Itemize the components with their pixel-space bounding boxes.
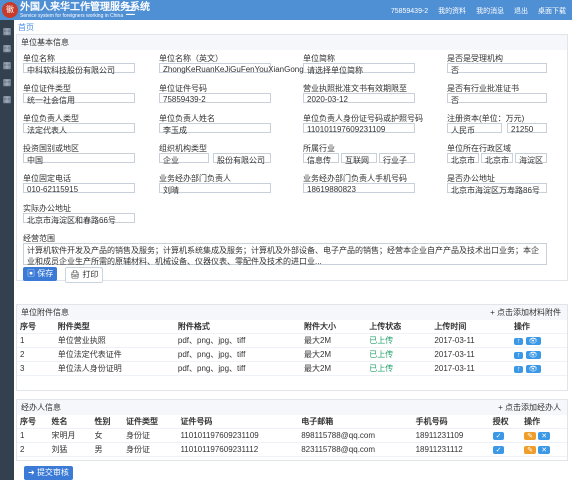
region-city[interactable]: 北京市 — [481, 153, 513, 165]
plus-icon: + — [498, 403, 505, 412]
handlers-title: 经办人信息 — [17, 400, 567, 415]
delete-icon[interactable]: ✕ — [538, 446, 551, 454]
add-handler-button[interactable]: + 点击添加经办人 — [498, 402, 561, 413]
app-logo: 徽 — [2, 2, 18, 18]
print-button[interactable]: 🖨 打印 — [65, 267, 104, 283]
business-scope-textarea[interactable]: 计算机软件开发及产品的销售及服务；计算机系统集成及服务；计算机及外部设备、电子产… — [23, 243, 547, 266]
contact-name-input[interactable]: 刘晴 — [159, 183, 271, 195]
nav-logout[interactable]: 退出 — [514, 8, 528, 15]
table-row: 1 宋明月 女 身份证 110101197609231109 898115788… — [17, 428, 567, 443]
table-row: 2 单位法定代表证件 pdf、png、jpg、tiff 最大2M 已上传 201… — [17, 347, 567, 362]
submit-review-button[interactable]: ➜ 提交审核 — [24, 466, 73, 480]
menu-toggle-icon[interactable]: ☰ — [125, 4, 136, 18]
org-type-select-2[interactable]: 股份有限公司 — [213, 153, 271, 165]
save-icon: ▣ — [27, 269, 38, 278]
unit-name-en-input[interactable]: ZhongKeRuanKeJiGuFenYouXianGongSi — [159, 63, 311, 74]
print-icon: 🖨 — [70, 270, 83, 279]
unit-abbr-input[interactable]: 请选择单位简称 — [303, 63, 415, 75]
license-date-input[interactable]: 2020-03-12 — [303, 93, 415, 104]
unit-phone-input[interactable]: 010-62115915 — [23, 183, 135, 194]
brand-title-en: Service system for foreigners working in… — [20, 13, 124, 19]
unit-name-input[interactable]: 中科软科技股份有限公司 — [23, 63, 135, 75]
brand-title-cn: 外国人来华工作管理服务系统 — [20, 2, 150, 13]
nav-icon-3[interactable]: ▦ — [0, 60, 14, 71]
top-nav: 75859439-2 我的资料 我的消息 退出 桌面下载 — [383, 6, 566, 16]
add-attachment-button[interactable]: + 点击添加材料附件 — [490, 307, 561, 318]
attachments-table: 序号 附件类型 附件格式 附件大小 上传状态 上传时间 操作 1 单位营业执照 … — [17, 320, 567, 376]
table-row: 1 单位营业执照 pdf、png、jpg、tiff 最大2M 已上传 2017-… — [17, 333, 567, 348]
nav-icon-1[interactable]: ▦ — [0, 26, 14, 37]
col-format: 附件格式 — [174, 320, 301, 334]
view-icon[interactable]: 👁 — [525, 365, 541, 373]
brand: 外国人来华工作管理服务系统 Service system for foreign… — [20, 2, 150, 19]
cert-no-input[interactable]: 75859439-2 — [159, 93, 271, 104]
view-icon[interactable]: 👁 — [525, 337, 541, 345]
reg-capital-input[interactable]: 21250 — [507, 123, 547, 134]
col-no: 序号 — [17, 320, 55, 334]
col-status: 上传状态 — [366, 320, 432, 334]
edit-icon[interactable]: ✎ — [524, 432, 536, 440]
region-district[interactable]: 海淀区 — [515, 153, 547, 165]
industry-cert-select[interactable]: 否 — [447, 93, 547, 105]
main-content: 单位基本信息 单位名称 中科软科技股份有限公司 单位名称（英文） ZhongKe… — [16, 34, 568, 480]
edit-icon[interactable]: ✎ — [524, 446, 536, 454]
auth-icon[interactable]: ✓ — [492, 432, 505, 440]
legal-type-select[interactable]: 法定代表人 — [23, 123, 135, 135]
handlers-table: 序号 姓名 性别 证件类型 证件号码 电子邮箱 手机号码 授权 操作 1 宋明月… — [17, 415, 567, 457]
industry-select-3[interactable]: 行业子 — [379, 153, 415, 165]
col-time: 上传时间 — [431, 320, 511, 334]
submit-icon: ➜ — [28, 468, 37, 477]
nav-messages[interactable]: 我的消息 — [476, 8, 504, 15]
handlers-panel: 经办人信息 + 点击添加经办人 序号 姓名 性别 证件类型 证件号码 电子邮箱 … — [16, 399, 568, 461]
actual-address-input[interactable]: 北京市海淀区和春路66号 — [23, 213, 135, 225]
plus-icon: + — [490, 308, 497, 317]
nav-download[interactable]: 桌面下载 — [538, 8, 566, 15]
attachments-panel: 单位附件信息 + 点击添加材料附件 序号 附件类型 附件格式 附件大小 上传状态… — [16, 304, 568, 391]
upload-icon[interactable]: ↑ — [513, 352, 524, 359]
col-action: 操作 — [510, 320, 567, 334]
unit-info-panel: 单位基本信息 单位名称 中科软科技股份有限公司 单位名称（英文） ZhongKe… — [16, 34, 568, 283]
region-province[interactable]: 北京市 — [447, 153, 479, 165]
view-icon[interactable]: 👁 — [525, 351, 541, 359]
attachments-title: 单位附件信息 — [17, 305, 567, 320]
cert-type-select[interactable]: 统一社会信用 — [23, 93, 135, 105]
legal-name-input[interactable]: 李玉成 — [159, 123, 271, 135]
table-row: 2 刘猛 男 身份证 110101197609231112 823115788@… — [17, 442, 567, 457]
user-id: 75859439-2 — [390, 8, 429, 15]
save-button[interactable]: ▣ 保存 — [23, 267, 58, 281]
industry-select-2[interactable]: 互联网 — [341, 153, 377, 165]
breadcrumb[interactable]: 首页 — [18, 22, 34, 33]
nav-icon-5[interactable]: ▦ — [0, 94, 14, 105]
top-bar: 徽 外国人来华工作管理服务系统 Service system for forei… — [0, 0, 572, 20]
delete-icon[interactable]: ✕ — [538, 432, 551, 440]
upload-icon[interactable]: ↑ — [513, 366, 524, 373]
legal-id-input[interactable]: 110101197609231109 — [303, 123, 415, 134]
office-address-input[interactable]: 北京市海淀区万寿路86号 — [447, 183, 547, 195]
nav-icon-4[interactable]: ▦ — [0, 77, 14, 88]
col-type: 附件类型 — [54, 320, 175, 334]
auth-icon[interactable]: ✓ — [492, 446, 505, 454]
org-type-select-1[interactable]: 企业 — [159, 153, 209, 165]
left-nav: ▦ ▦ ▦ ▦ ▦ — [0, 20, 14, 480]
nav-my-profile[interactable]: 我的资料 — [438, 8, 466, 15]
unit-type-select[interactable]: 否 — [447, 63, 547, 75]
nav-icon-2[interactable]: ▦ — [0, 43, 14, 54]
unit-info-title: 单位基本信息 — [17, 35, 567, 50]
currency-select[interactable]: 人民币 — [447, 123, 502, 135]
invest-country-select[interactable]: 中国 — [23, 153, 135, 165]
industry-select-1[interactable]: 信息传 — [303, 153, 339, 165]
upload-icon[interactable]: ↑ — [513, 338, 524, 345]
contact-phone-input[interactable]: 18619880823 — [303, 183, 415, 194]
col-size: 附件大小 — [300, 320, 367, 334]
table-row: 3 单位法人身份证明 pdf、png、jpg、tiff 最大2M 已上传 201… — [17, 361, 567, 376]
